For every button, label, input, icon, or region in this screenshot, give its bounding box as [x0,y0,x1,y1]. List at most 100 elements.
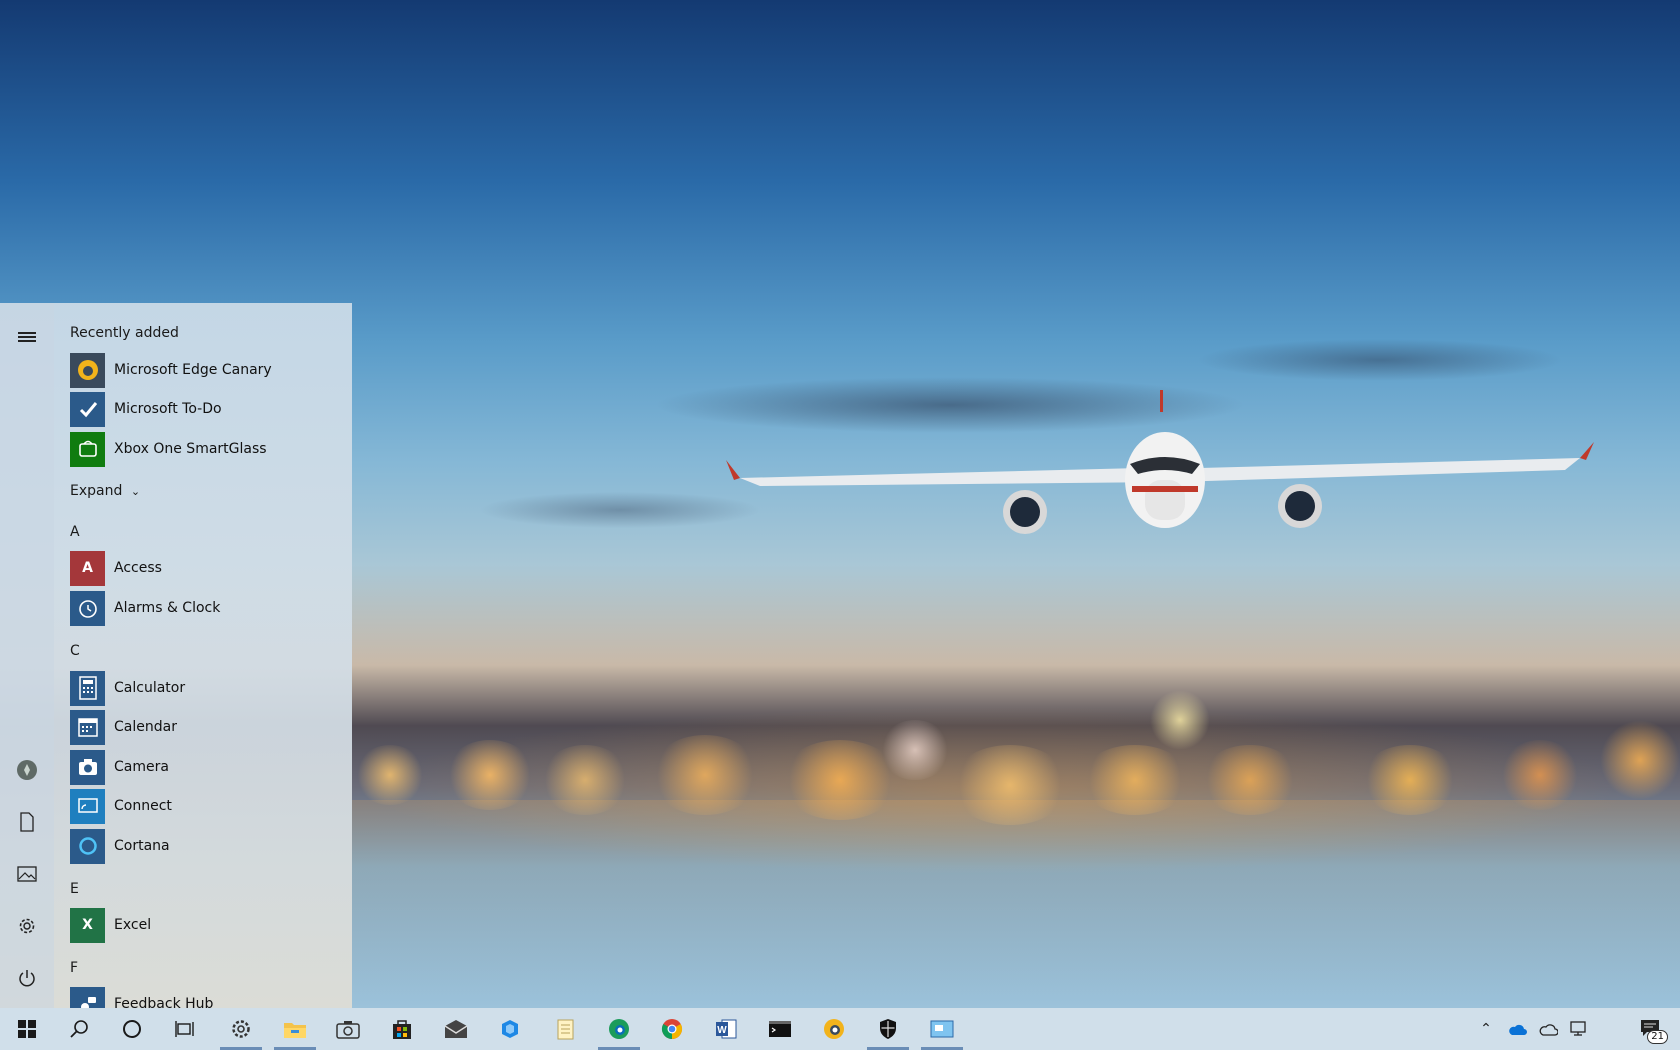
cortana-button[interactable] [105,1008,159,1050]
group-header-a[interactable]: A [70,522,80,542]
search-icon [70,1020,88,1038]
network-desktop-icon [1570,1021,1586,1036]
taskbar-app-notepad[interactable] [538,1008,592,1050]
app-microsoft-to-do[interactable]: Microsoft To-Do [70,391,340,427]
todo-check-icon [70,391,105,427]
cloud-outline-icon [1539,1024,1558,1036]
taskbar-app-edge-canary[interactable] [807,1008,861,1050]
start-menu: Recently added Microsoft Edge Canary Mic… [0,303,352,1008]
taskbar-app-chrome[interactable] [645,1008,699,1050]
user-account-button[interactable] [0,744,54,796]
app-label: Microsoft Edge Canary [114,362,272,378]
edge-dev-icon [609,1019,629,1039]
recently-added-header: Recently added [70,325,179,341]
documents-button[interactable] [0,796,54,848]
app-label: Access [114,560,162,576]
expand-button[interactable]: Expand ⌄ [70,483,140,499]
start-button[interactable] [0,1008,54,1050]
water-reflection [352,800,1680,1000]
app-label: Feedback Hub [114,996,214,1008]
mail-icon [444,1020,468,1038]
onedrive-personal-button[interactable] [1533,1008,1563,1050]
power-button[interactable] [0,952,54,1004]
search-button[interactable] [52,1008,106,1050]
azure-icon [502,1020,518,1038]
bokeh-light [1150,690,1210,750]
document-icon [20,812,34,832]
app-cortana[interactable]: Cortana [70,828,340,864]
app-label: Calendar [114,719,177,735]
taskbar-app-store[interactable] [375,1008,429,1050]
taskbar-app-camera[interactable] [321,1008,375,1050]
taskbar-app-azure[interactable] [483,1008,537,1050]
camera-icon [336,1021,360,1039]
app-label: Microsoft To-Do [114,401,222,417]
task-view-icon [175,1021,194,1037]
cortana-icon [70,828,105,864]
taskbar-app-security[interactable] [861,1008,915,1050]
taskbar-app-remote-desktop[interactable] [915,1008,969,1050]
hamburger-menu-button[interactable] [0,311,54,363]
store-icon [393,1020,411,1039]
pictures-button[interactable] [0,848,54,900]
hamburger-icon [18,330,36,345]
taskbar-app-word[interactable]: W [699,1008,753,1050]
calendar-icon [70,709,105,745]
calculator-icon [70,670,105,706]
app-label: Calculator [114,680,186,696]
app-label: Cortana [114,838,170,854]
bokeh-light [880,720,950,780]
edge-canary-icon [824,1019,844,1039]
app-label: Alarms & Clock [114,600,221,616]
user-avatar-icon [17,760,37,780]
app-calendar[interactable]: Calendar [70,709,340,745]
app-excel[interactable]: X Excel [70,907,340,943]
app-xbox-one-smartglass[interactable]: Xbox One SmartGlass [70,431,340,467]
svg-text:W: W [717,1025,727,1036]
app-microsoft-edge-canary[interactable]: Microsoft Edge Canary [70,352,340,388]
app-list: Recently added Microsoft Edge Canary Mic… [70,303,352,1008]
taskbar-app-file-explorer[interactable] [268,1008,322,1050]
app-calculator[interactable]: Calculator [70,670,340,706]
app-access[interactable]: A Access [70,550,340,586]
taskbar-app-mail[interactable] [429,1008,483,1050]
camera-icon [70,749,105,785]
onedrive-cloud-icon [1509,1024,1527,1035]
remote-desktop-icon [930,1020,954,1038]
group-header-f[interactable]: F [70,958,78,978]
notepad-icon [557,1019,574,1040]
chevron-up-icon: ⌃ [1480,1021,1492,1037]
alarm-clock-icon [70,590,105,626]
app-connect[interactable]: Connect [70,788,340,824]
app-label: Excel [114,917,152,933]
action-center-button[interactable]: 21 [1632,1008,1672,1050]
shield-icon [880,1019,896,1039]
group-header-e[interactable]: E [70,879,79,899]
airplane-image [726,390,1594,534]
chrome-icon [661,1019,683,1040]
bokeh-light [355,745,425,805]
taskbar-app-edge-dev[interactable] [592,1008,646,1050]
edge-canary-icon [70,352,105,388]
task-view-button[interactable] [158,1008,212,1050]
word-icon: W [716,1019,737,1039]
access-icon: A [70,550,105,586]
power-icon [19,970,35,987]
taskbar-app-settings[interactable] [214,1008,268,1050]
app-alarms-clock[interactable]: Alarms & Clock [70,590,340,626]
settings-button[interactable] [0,900,54,952]
taskbar: W ⌃ 21 [0,1008,1680,1050]
chevron-down-icon: ⌄ [130,485,141,498]
app-camera[interactable]: Camera [70,749,340,785]
taskbar-app-terminal[interactable] [753,1008,807,1050]
start-menu-rail [0,303,54,1008]
app-feedback-hub[interactable]: Feedback Hub [70,986,340,1008]
cortana-icon [123,1020,141,1038]
onedrive-button[interactable] [1502,1008,1532,1050]
expand-label: Expand [70,483,123,499]
show-hidden-icons-button[interactable]: ⌃ [1471,1008,1501,1050]
feedback-hub-icon [70,986,105,1008]
network-button[interactable] [1564,1008,1594,1050]
picture-icon [17,866,37,882]
group-header-c[interactable]: C [70,641,80,661]
